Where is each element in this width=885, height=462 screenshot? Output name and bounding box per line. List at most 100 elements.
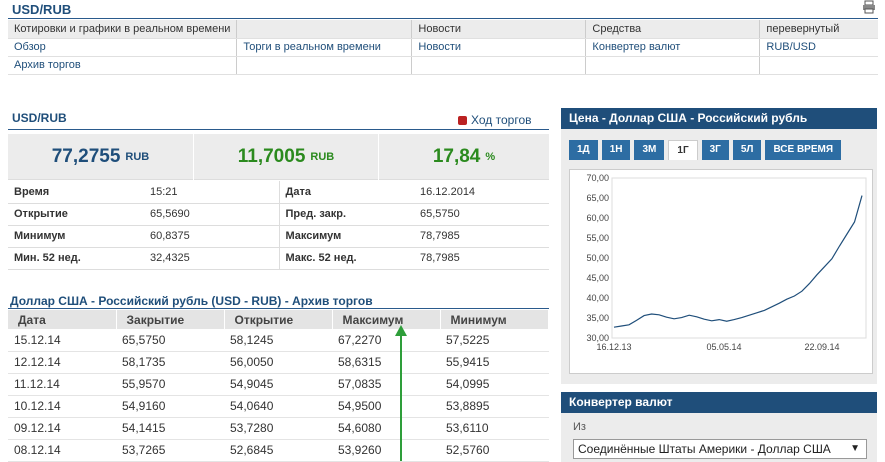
table-cell: 54,1415	[116, 417, 224, 440]
col-header-open[interactable]: Открытие	[224, 310, 333, 329]
info-value: 78,7985	[414, 247, 549, 270]
converter-from-value: Соединённые Штаты Америки - Доллар США	[578, 442, 831, 456]
annotation-arrow	[395, 325, 407, 461]
tab-3m[interactable]: 3М	[634, 140, 665, 160]
tab-5y[interactable]: 5Л	[732, 140, 762, 160]
info-label: Пред. закр.	[278, 203, 414, 226]
tab-3y[interactable]: 3Г	[701, 140, 729, 160]
table-cell: 12.12.14	[8, 351, 116, 374]
y-tick-label: 65,00	[586, 193, 609, 203]
pct-unit: %	[485, 151, 496, 163]
price-unit: RUB	[125, 151, 150, 163]
nav-link-converter[interactable]: Конвертер валют	[592, 41, 680, 53]
nav-link-news[interactable]: Новости	[418, 41, 461, 53]
info-label: Максимум	[278, 225, 414, 248]
nav-header-news: Новости	[411, 20, 587, 39]
table-cell: 54,0995	[440, 373, 549, 396]
info-value: 65,5750	[414, 203, 549, 226]
tab-1d[interactable]: 1Д	[569, 140, 598, 160]
table-cell: 11.12.14	[8, 373, 116, 396]
table-cell: 55,9570	[116, 373, 224, 396]
stop-icon	[458, 115, 467, 125]
info-label: Время	[8, 181, 144, 204]
y-tick-label: 35,00	[586, 313, 609, 323]
info-label: Мин. 52 нед.	[8, 247, 144, 270]
tab-1y[interactable]: 1Г	[668, 140, 698, 160]
col-header-low[interactable]: Минимум	[440, 310, 549, 329]
nav-empty-cell	[411, 56, 587, 75]
x-tick-label: 16.12.13	[596, 342, 631, 352]
nav-header-blank	[236, 20, 413, 39]
table-cell: 58,1735	[116, 351, 224, 374]
nav-link-archive[interactable]: Архив торгов	[14, 59, 81, 71]
nav-empty-cell	[759, 56, 878, 75]
table-cell: 67,2270	[332, 329, 440, 352]
table-cell: 57,5225	[440, 329, 549, 352]
table-row: 15.12.14 65,5750 58,1245 67,2270 57,5225	[8, 329, 549, 352]
printer-icon[interactable]	[862, 0, 876, 14]
price-chart-box: 70,00 65,00 60,00 55,00 50,00 45,00 40,00 35,00…	[569, 169, 873, 374]
nav-header-tools: Средства	[585, 20, 761, 39]
table-row: 08.12.14 53,7265 52,6845 53,9260 52,5760	[8, 439, 549, 462]
tab-1w[interactable]: 1Н	[601, 140, 631, 160]
table-cell: 52,6845	[224, 439, 332, 462]
info-label: Дата	[278, 181, 414, 204]
info-value: 65,5690	[144, 203, 279, 226]
col-header-date[interactable]: Дата	[8, 310, 117, 329]
table-cell: 52,5760	[440, 439, 549, 462]
table-cell: 08.12.14	[8, 439, 116, 462]
nav-link-realtime[interactable]: Торги в реальном времени	[243, 41, 381, 53]
info-label: Макс. 52 нед.	[278, 247, 414, 270]
y-tick-label: 40,00	[586, 293, 609, 303]
table-cell: 53,6110	[440, 417, 549, 440]
quote-nav-table: Котировки и графики в реальном времени Н…	[8, 20, 878, 75]
table-row: 12.12.14 58,1735 56,0050 58,6315 55,9415	[8, 351, 549, 374]
table-cell: 53,9260	[332, 439, 440, 462]
info-label: Открытие	[8, 203, 144, 226]
table-row: 10.12.14 54,9160 54,0640 54,9500 53,8895	[8, 395, 549, 418]
nav-link-overview[interactable]: Обзор	[14, 41, 46, 53]
table-cell: 58,6315	[332, 351, 440, 374]
converter-from-label: Из	[573, 421, 586, 433]
y-tick-label: 55,00	[586, 233, 609, 243]
history-title[interactable]: Доллар США - Российский рубль (USD - RUB…	[10, 294, 373, 308]
info-value: 60,8375	[144, 225, 279, 248]
col-header-high[interactable]: Максимум	[332, 310, 441, 329]
table-row: 11.12.14 55,9570 54,9045 57,0835 54,0995	[8, 373, 549, 396]
nav-empty-cell	[236, 56, 413, 75]
info-row: Минимум 60,8375 Максимум 78,7985	[8, 225, 549, 248]
change-stat: 11,7005 RUB	[193, 134, 378, 180]
table-cell: 10.12.14	[8, 395, 116, 418]
table-cell: 54,9500	[332, 395, 440, 418]
tab-all-time[interactable]: ВСЕ ВРЕМЯ	[765, 140, 842, 160]
x-tick-label: 05.05.14	[706, 342, 741, 352]
table-cell: 55,9415	[440, 351, 549, 374]
chart-panel-title: Цена - Доллар США - Российский рубль	[561, 108, 877, 129]
x-tick-label: 22.09.14	[804, 342, 839, 352]
top-title-bar: USD/RUB	[8, 0, 878, 19]
table-cell: 54,6080	[332, 417, 440, 440]
y-tick-label: 70,00	[586, 173, 609, 183]
info-value: 78,7985	[414, 225, 549, 248]
converter-panel: Конвертер валют Из Соединённые Штаты Аме…	[561, 392, 877, 462]
quote-info-table: Время 15:21 Дата 16.12.2014 Открытие 65,…	[8, 181, 549, 270]
info-value: 16.12.2014	[414, 181, 549, 204]
summary-divider	[8, 129, 549, 130]
change-pct-stat: 17,84 %	[378, 134, 549, 180]
change-unit: RUB	[310, 151, 335, 163]
table-cell: 15.12.14	[8, 329, 116, 352]
table-cell: 53,7280	[224, 417, 332, 440]
converter-title: Конвертер валют	[561, 392, 877, 413]
trading-link-label: Ход торгов	[471, 113, 532, 127]
y-tick-label: 60,00	[586, 213, 609, 223]
col-header-close[interactable]: Закрытие	[116, 310, 225, 329]
converter-from-select[interactable]: Соединённые Штаты Америки - Доллар США ▼	[573, 439, 867, 459]
table-cell: 58,1245	[224, 329, 332, 352]
price-value: 77,2755	[51, 146, 121, 167]
change-pct-value: 17,84	[432, 146, 481, 167]
trading-link[interactable]: Ход торгов	[458, 113, 532, 127]
nav-link-rub-usd[interactable]: RUB/USD	[766, 41, 816, 53]
page-title: USD/RUB	[12, 2, 72, 17]
table-cell: 09.12.14	[8, 417, 116, 440]
quote-stats: 77,2755 RUB 11,7005 RUB 17,84 %	[8, 134, 549, 180]
